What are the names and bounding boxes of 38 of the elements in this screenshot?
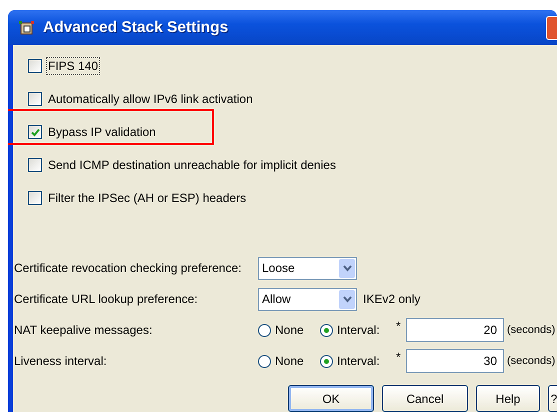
dropdown[interactable]: Loose — [258, 256, 357, 280]
note-label: IKEv2 only — [363, 292, 420, 306]
checkbox[interactable] — [28, 59, 42, 73]
checkbox-label: Filter the IPSec (AH or ESP) headers — [47, 190, 248, 207]
radio-button[interactable] — [320, 324, 333, 336]
radio-button[interactable] — [258, 324, 271, 336]
checkbox-label: Bypass IP validation — [47, 124, 157, 141]
setting-label: Certificate URL lookup preference: — [14, 292, 199, 306]
checkbox[interactable] — [28, 125, 42, 139]
checkbox[interactable] — [28, 191, 42, 205]
dialog-button[interactable]: OK — [288, 385, 374, 412]
radio-button[interactable] — [320, 354, 333, 368]
radio-label: Interval: — [337, 354, 380, 368]
dialog-button[interactable]: Cancel — [382, 385, 468, 412]
radio-button[interactable] — [258, 354, 271, 368]
radio-label: None — [275, 354, 304, 368]
unit-label: (seconds) — [507, 324, 556, 336]
required-mark: * — [396, 350, 402, 364]
interval-field[interactable]: 30 — [406, 349, 504, 373]
checkbox-label: FIPS 140 — [46, 57, 100, 75]
app-icon — [19, 20, 35, 36]
required-mark: * — [396, 319, 402, 333]
dialog-button[interactable]: Help — [476, 385, 540, 412]
dialog-button[interactable]: ? — [548, 385, 557, 412]
checkbox[interactable] — [28, 92, 42, 106]
close-button[interactable] — [546, 16, 557, 40]
checkbox[interactable] — [28, 158, 42, 172]
setting-label: NAT keepalive messages: — [14, 323, 154, 337]
radio-label: Interval: — [337, 323, 380, 337]
setting-label: Certificate revocation checking preference: — [14, 261, 242, 275]
dropdown[interactable]: Allow — [258, 288, 357, 310]
window-title: Advanced Stack Settings — [43, 18, 230, 36]
radio-label: None — [275, 323, 304, 337]
setting-label: Liveness interval: — [14, 354, 108, 368]
checkbox-label: Send ICMP destination unreachable for implicit denies — [47, 157, 337, 174]
unit-label: (seconds) — [507, 355, 556, 367]
interval-field[interactable]: 20 — [406, 318, 504, 342]
checkbox-label: Automatically allow IPv6 link activation — [47, 91, 254, 108]
